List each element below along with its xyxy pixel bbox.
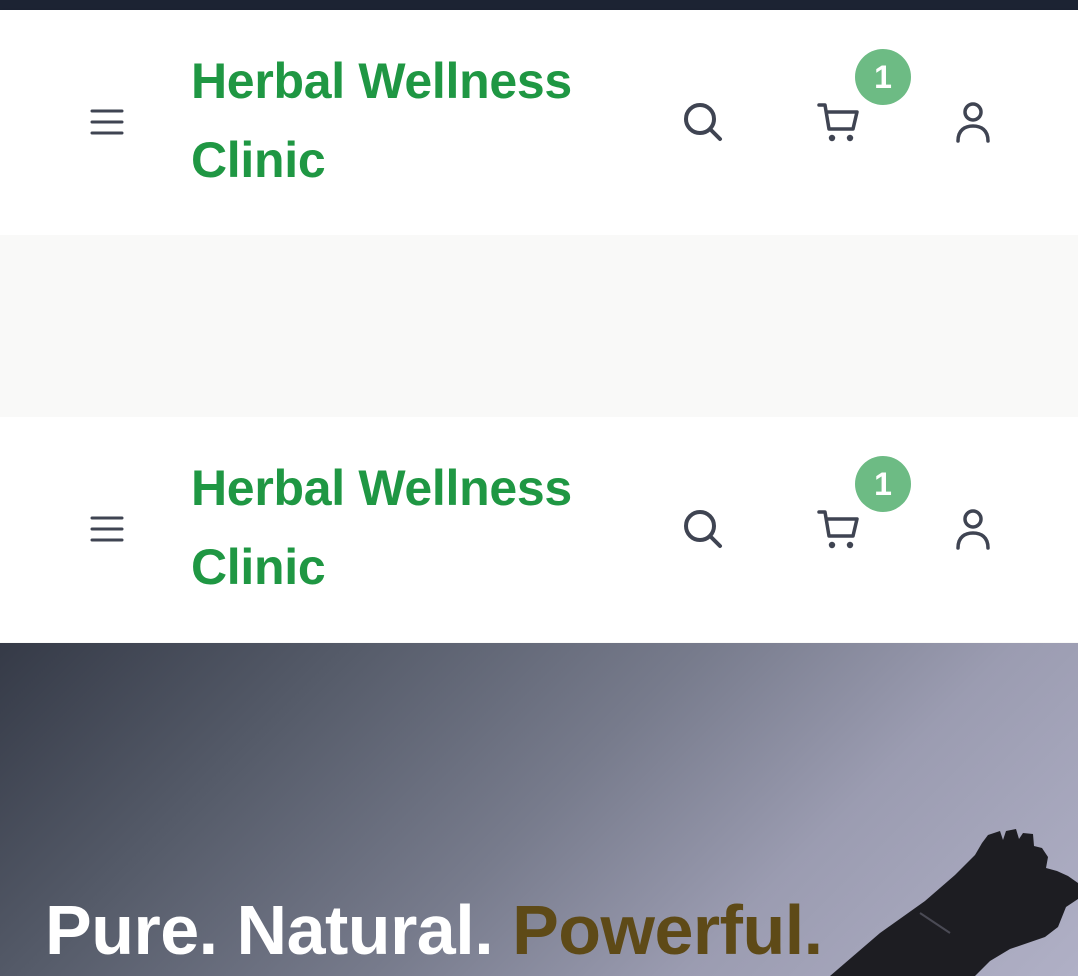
- brand-line-2: Clinic: [191, 539, 326, 595]
- hero-title-accent: Powerful.: [512, 891, 823, 969]
- hero-banner: Pure. Natural. Powerful.: [0, 643, 1078, 976]
- cart-icon: [817, 510, 859, 549]
- hero-title-part-1: Pure. Natural.: [45, 891, 494, 969]
- cart-button[interactable]: [813, 97, 863, 147]
- brand-line-1: Herbal Wellness: [191, 460, 572, 516]
- brand-line-2: Clinic: [191, 132, 326, 188]
- user-icon: [956, 509, 990, 550]
- cart-count-badge: 1: [855, 456, 911, 512]
- cart-icon: [817, 103, 859, 142]
- top-strip: [0, 0, 1078, 10]
- sticky-header: Herbal Wellness Clinic 1: [0, 417, 1078, 642]
- search-button[interactable]: [678, 97, 728, 147]
- cart-button[interactable]: [813, 504, 863, 554]
- brand-line-1: Herbal Wellness: [191, 53, 572, 109]
- account-button[interactable]: [948, 504, 998, 554]
- hero-title: Pure. Natural. Powerful.: [45, 888, 823, 972]
- account-button[interactable]: [948, 97, 998, 147]
- page-spacer: [0, 235, 1078, 417]
- brand-logo-link[interactable]: Herbal Wellness Clinic: [191, 42, 631, 200]
- cart-count-badge: 1: [855, 49, 911, 105]
- brand-logo-link[interactable]: Herbal Wellness Clinic: [191, 449, 631, 607]
- menu-icon: [90, 516, 124, 542]
- menu-icon: [90, 109, 124, 135]
- user-icon: [956, 102, 990, 143]
- menu-button[interactable]: [82, 97, 132, 147]
- site-header: Herbal Wellness Clinic 1: [0, 10, 1078, 235]
- menu-button[interactable]: [82, 504, 132, 554]
- search-button[interactable]: [678, 504, 728, 554]
- search-icon: [684, 510, 722, 548]
- search-icon: [684, 103, 722, 141]
